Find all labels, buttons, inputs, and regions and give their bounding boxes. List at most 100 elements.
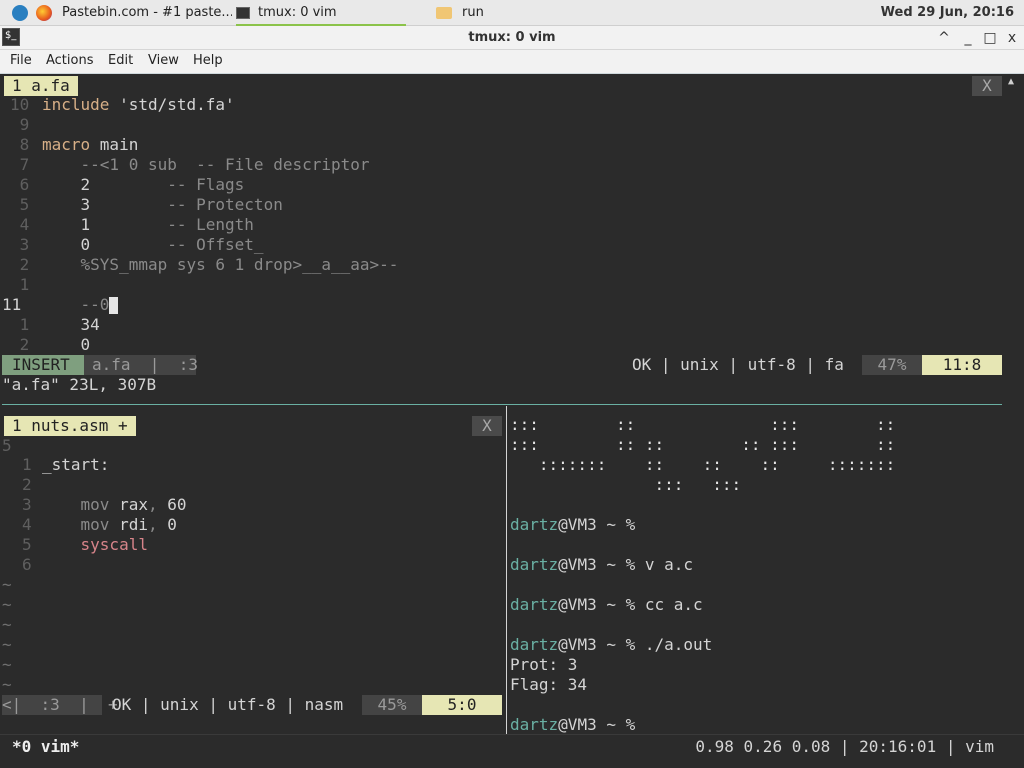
vim-message: "a.fa" 23L, 307B: [2, 375, 157, 394]
code-line[interactable]: 2 0: [2, 335, 91, 355]
clock[interactable]: Wed 29 Jun, 20:16: [881, 0, 1014, 25]
shade-button[interactable]: ^: [934, 28, 954, 48]
close-button[interactable]: x: [1002, 28, 1022, 48]
taskbar-item-pastebin[interactable]: Pastebin.com - #1 paste...: [62, 0, 232, 26]
taskbar-item-run[interactable]: run: [436, 0, 576, 26]
code-line[interactable]: 3 0 -- Offset_: [2, 235, 264, 255]
terminal-area[interactable]: 1 a.fa X 10 include 'std/std.fa' 9 8 macro…: [2, 74, 1022, 764]
code-line[interactable]: 6: [2, 555, 42, 575]
code-line[interactable]: 4 mov rdi, 0: [2, 515, 177, 535]
code-token: rax: [119, 495, 148, 514]
vim-tab-close-button[interactable]: X: [472, 416, 502, 436]
maximize-button[interactable]: □: [980, 28, 1000, 48]
code-line[interactable]: 8 macro main: [2, 135, 139, 155]
shell-prompt-line[interactable]: dartz@VM3 ~ % cc a.c: [510, 595, 703, 615]
menu-view[interactable]: View: [148, 53, 179, 68]
menu-actions[interactable]: Actions: [46, 53, 94, 68]
tmux-window-list[interactable]: *0 vim*: [12, 737, 79, 757]
code-line[interactable]: 3 mov rax, 60: [2, 495, 187, 515]
code-line[interactable]: 2: [2, 475, 42, 495]
code-token: macro: [42, 135, 100, 154]
empty-line-marker: ~: [2, 675, 12, 694]
status-position: 5:0: [422, 695, 502, 715]
prompt-username: dartz: [510, 715, 559, 734]
line-number: 10: [10, 95, 30, 114]
code-line[interactable]: 7 --<1 0 sub -- File descriptor: [2, 155, 370, 175]
vim-tab-close-button[interactable]: X: [972, 76, 1002, 96]
scroll-up-icon[interactable]: ▲: [1008, 76, 1014, 87]
empty-line-marker: ~: [2, 595, 12, 614]
status-info: OK | unix | utf-8 | nasm: [112, 695, 344, 714]
shell-prompt-line[interactable]: dartz@VM3 ~ % v a.c: [510, 555, 693, 575]
code-line[interactable]: 1: [2, 275, 42, 295]
menu-help[interactable]: Help: [193, 53, 223, 68]
line-number: 3: [22, 495, 32, 514]
code-token: 60: [167, 495, 187, 514]
scrollbar[interactable]: ▲: [1004, 74, 1022, 764]
code-token: 2: [42, 175, 168, 194]
menu-file[interactable]: File: [10, 53, 32, 68]
status-filename: <| :3 | +: [2, 695, 118, 715]
code-token: -- Flags: [167, 175, 245, 194]
line-number: 2: [22, 475, 32, 494]
line-number: 7: [10, 155, 30, 174]
code-line[interactable]: 9: [2, 115, 42, 135]
code-token: mov: [42, 495, 120, 514]
code-token: syscall: [42, 535, 148, 554]
app-menu-icon[interactable]: [12, 5, 28, 21]
code-token: 0: [42, 335, 91, 354]
shell-prompt-line[interactable]: dartz@VM3 ~ %: [510, 715, 645, 735]
prompt-host: @VM3 ~ %: [558, 635, 645, 654]
code-line[interactable]: 6 2 -- Flags: [2, 175, 245, 195]
firefox-icon[interactable]: [36, 5, 52, 21]
line-number: 9: [10, 115, 30, 134]
code-line[interactable]: 4 1 -- Length: [2, 215, 254, 235]
menu-edit[interactable]: Edit: [108, 53, 133, 68]
code-token: 1: [42, 215, 168, 234]
code-line[interactable]: 10 include 'std/std.fa': [2, 95, 235, 115]
line-number: 1: [22, 455, 32, 474]
code-token: ,: [147, 495, 168, 514]
shell-output-line: Flag: 34: [510, 675, 588, 694]
status-percent: 47%: [862, 355, 922, 375]
prompt-host: @VM3 ~ %: [558, 515, 645, 534]
prompt-host: @VM3 ~ %: [558, 555, 645, 574]
prompt-username: dartz: [510, 635, 559, 654]
code-line[interactable]: 5 3 -- Protecton: [2, 195, 283, 215]
taskbar-item-tmux[interactable]: tmux: 0 vim: [236, 0, 406, 26]
shell-command: cc a.c: [644, 595, 703, 614]
empty-line-marker: ~: [2, 615, 12, 634]
shell-prompt-line[interactable]: dartz@VM3 ~ %: [510, 515, 645, 535]
line-number: 6: [10, 175, 30, 194]
code-line[interactable]: 2 %SYS_mmap sys 6 1 drop>__a__aa>--: [2, 255, 399, 275]
code-token: 0: [167, 515, 177, 534]
code-line[interactable]: 11 --0: [2, 295, 119, 315]
code-token: %SYS_mmap sys 6 1 drop>__a__aa>--: [42, 255, 399, 274]
terminal-icon: [236, 6, 250, 19]
tmux-statusbar: *0 vim* 0.98 0.26 0.08 | 20:16:01 | vim: [0, 734, 1024, 758]
vim-tab-nuts-asm[interactable]: 1 nuts.asm +: [4, 416, 136, 436]
line-number: 5: [2, 436, 12, 455]
pane-divider-vertical[interactable]: [506, 406, 507, 736]
prompt-username: dartz: [510, 555, 559, 574]
window-title: tmux: 0 vim: [468, 30, 556, 45]
minimize-button[interactable]: _: [958, 28, 978, 48]
status-info: OK | unix | utf-8 | fa: [632, 355, 844, 374]
pane-divider-horizontal[interactable]: [2, 404, 1002, 405]
text-cursor: [109, 297, 119, 314]
empty-line-marker: ~: [2, 575, 12, 594]
code-line[interactable]: 1 34: [2, 315, 100, 335]
shell-prompt-line[interactable]: dartz@VM3 ~ % ./a.out: [510, 635, 712, 655]
window-titlebar[interactable]: $_ tmux: 0 vim ^ _ □ x: [0, 26, 1024, 50]
ascii-art-line: ::::::: :: :: :: :::::::: [510, 455, 896, 474]
code-line[interactable]: 1 _start:: [2, 455, 109, 475]
code-line[interactable]: 5 syscall: [2, 535, 148, 555]
code-token: _start:: [42, 455, 110, 474]
vim-tab-a-fa[interactable]: 1 a.fa: [4, 76, 78, 96]
prompt-username: dartz: [510, 515, 559, 534]
code-token: mov: [42, 515, 120, 534]
line-number: 3: [10, 235, 30, 254]
taskbar: Pastebin.com - #1 paste... tmux: 0 vim r…: [0, 0, 1024, 26]
code-token: rdi: [119, 515, 148, 534]
taskbar-item-label: tmux: 0 vim: [258, 5, 337, 20]
